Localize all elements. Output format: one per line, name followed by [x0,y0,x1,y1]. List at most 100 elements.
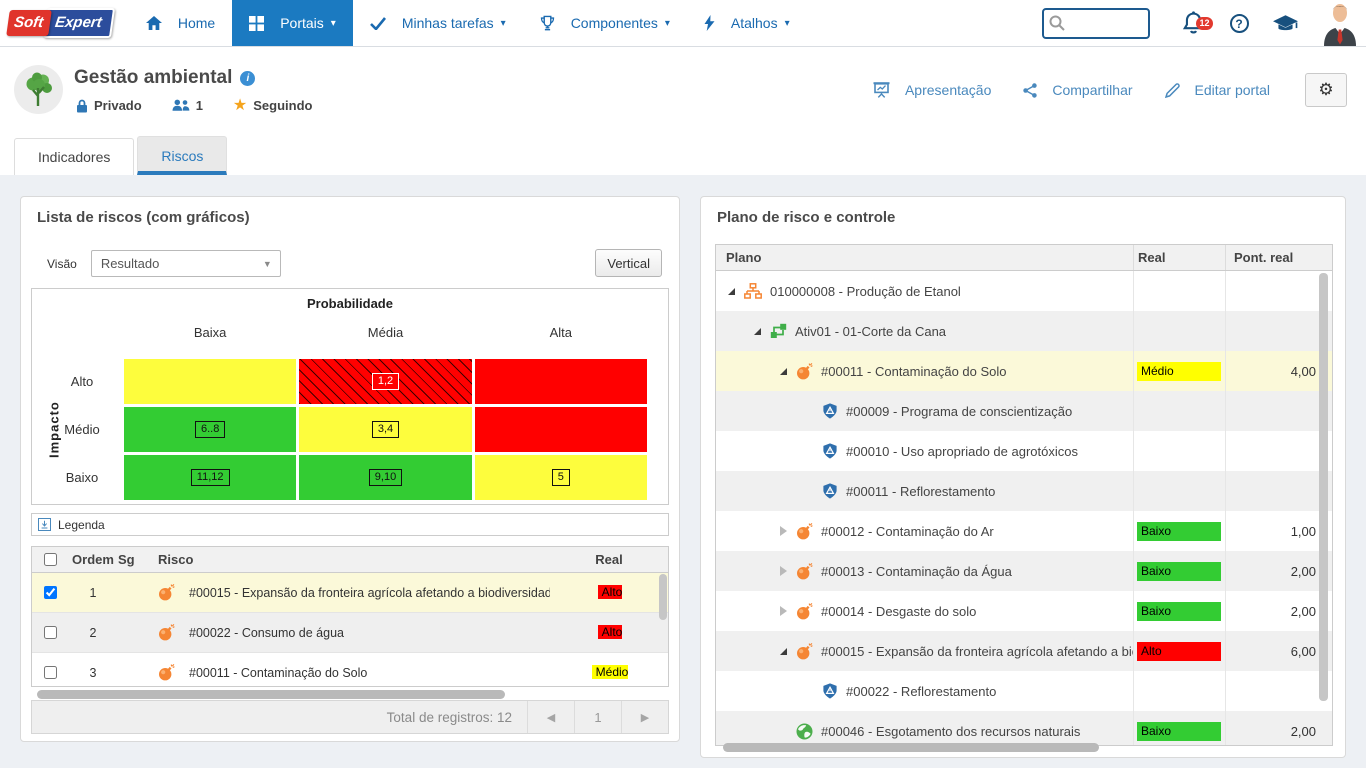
plan-tree-row[interactable]: Ativ01 - 01-Corte da Cana [716,311,1332,351]
col-sg: Sg [118,552,158,567]
nav-item-portais[interactable]: Portais▾ [232,0,353,46]
row-checkbox[interactable] [44,666,57,679]
matrix-cell[interactable]: 3,4 [299,407,471,452]
expand-triangle-icon[interactable] [780,566,787,576]
plan-tree-row[interactable]: #00009 - Programa de conscientização [716,391,1332,431]
orientation-button[interactable]: Vertical [595,249,662,277]
col-plano: Plano [716,250,1133,265]
matrix-cell[interactable]: 1,2 [299,359,471,404]
members-icon [172,99,190,112]
next-page-button[interactable]: ▶ [621,701,668,733]
training-button[interactable] [1262,14,1308,33]
action-label: Apresentação [905,82,991,98]
logo-expert-text: Expert [43,8,115,38]
nav-label: Minhas tarefas [402,15,494,31]
action-editar-portal[interactable]: Editar portal [1165,82,1270,98]
total-records-label: Total de registros: 12 [387,710,512,725]
nav-item-atalhos[interactable]: Atalhos▾ [687,0,807,46]
page-number[interactable]: 1 [574,701,621,733]
plan-tree-row[interactable]: #00046 - Esgotamento dos recursos natura… [716,711,1332,746]
matrix-cell-label: 9,10 [369,469,402,486]
matrix-cell-label: 11,12 [191,469,230,486]
following-toggle[interactable]: ★ Seguindo [233,98,313,113]
help-button[interactable]: ? [1216,14,1262,33]
matrix-cell[interactable] [124,359,296,404]
risk-table-row[interactable]: 1#00015 - Expansão da fronteira agrícola… [32,573,668,613]
search-input[interactable] [1065,16,1145,31]
plan-real-cell: Baixo [1133,711,1225,746]
plan-tree-row[interactable]: #00015 - Expansão da fronteira agrícola … [716,631,1332,671]
plan-tree-row[interactable]: #00011 - Contaminação do SoloMédio4,00 [716,351,1332,391]
matrix-cell[interactable]: 6..8 [124,407,296,452]
plan-tree-row[interactable]: #00011 - Reflorestamento [716,471,1332,511]
collapse-triangle-icon[interactable] [754,328,761,335]
matrix-cell[interactable] [475,359,647,404]
plan-tree-row[interactable]: #00014 - Desgaste do soloBaixo2,00 [716,591,1332,631]
notifications-button[interactable]: 12 [1170,11,1216,36]
collapse-triangle-icon[interactable] [780,648,787,655]
risk-table-row[interactable]: 3#00011 - Contaminação do SoloMédio [32,653,668,687]
plan-item-label: #00011 - Contaminação do Solo [821,364,1007,379]
risk-list-panel-title: Lista de riscos (com gráficos) [37,209,250,226]
plan-tree-vertical-scrollbar[interactable] [1319,273,1328,701]
view-select[interactable]: Resultado ▼ [91,250,281,277]
risk-table-vertical-scrollbar[interactable] [659,574,667,620]
matrix-column-headers: BaixaMédiaAlta [43,325,647,340]
members-count: 1 [196,98,203,113]
plan-pont-cell [1225,431,1332,471]
action-apresentacao[interactable]: Apresentação [873,82,991,98]
tabs-strip: IndicadoresRiscos [0,133,1366,175]
risk-bomb-icon [796,363,813,380]
tab-indicadores[interactable]: Indicadores [14,138,134,175]
expand-triangle-icon[interactable] [780,606,787,616]
top-navigation-bar: SoftExpert HomePortais▾Minhas tarefas▾Co… [0,0,1366,47]
plan-pont-cell: 2,00 [1225,551,1332,591]
following-label: Seguindo [253,98,312,113]
home-icon [146,16,162,31]
plan-tree-horizontal-scrollbar[interactable] [723,743,1099,752]
legend-expand-icon [38,518,51,531]
matrix-cell[interactable] [475,407,647,452]
action-label: Editar portal [1195,82,1270,98]
plan-tree-row[interactable]: #00013 - Contaminação da ÁguaBaixo2,00 [716,551,1332,591]
select-all-checkbox[interactable] [44,553,57,566]
row-checkbox[interactable] [44,586,57,599]
prev-page-button[interactable]: ◀ [527,701,574,733]
portal-settings-button[interactable]: ⚙ [1305,73,1347,107]
matrix-col-label: Alta [475,325,647,340]
portal-title: Gestão ambiental [74,67,232,89]
collapse-triangle-icon[interactable] [728,288,735,295]
plan-real-cell [1133,391,1225,431]
action-compartilhar[interactable]: Compartilhar [1023,82,1132,98]
chevron-down-icon: ▼ [263,259,272,269]
risk-table-horizontal-scrollbar[interactable] [37,690,505,699]
plan-tree-row[interactable]: 010000008 - Produção de Etanol [716,271,1332,311]
softexpert-logo[interactable]: SoftExpert [8,0,113,46]
plan-tree-row[interactable]: #00010 - Uso apropriado de agrotóxicos [716,431,1332,471]
nav-item-home[interactable]: Home [129,0,232,46]
matrix-cell[interactable]: 5 [475,455,647,500]
view-row: Visão Resultado ▼ [47,250,281,277]
row-checkbox[interactable] [44,626,57,639]
info-icon[interactable]: i [240,71,255,86]
risk-table-row[interactable]: 2#00022 - Consumo de águaAlto [32,613,668,653]
matrix-cell[interactable]: 9,10 [299,455,471,500]
risk-table-body: 1#00015 - Expansão da fronteira agrícola… [32,573,668,687]
nav-item-minhas-tarefas[interactable]: Minhas tarefas▾ [353,0,523,46]
tab-riscos[interactable]: Riscos [137,136,227,175]
plan-tree-row[interactable]: #00022 - Reflorestamento [716,671,1332,711]
matrix-cell[interactable]: 11,12 [124,455,296,500]
user-avatar[interactable] [1320,1,1360,46]
matrix-y-axis-label: Impacto [46,359,62,500]
nav-item-componentes[interactable]: Componentes▾ [523,0,687,46]
col-real-right: Real [1133,245,1225,270]
legend-toggle-bar[interactable]: Legenda [31,513,669,536]
expand-triangle-icon[interactable] [780,526,787,536]
plan-tree-row[interactable]: #00012 - Contaminação do ArBaixo1,00 [716,511,1332,551]
collapse-triangle-icon[interactable] [780,368,787,375]
control-shield-icon [822,403,838,419]
members-indicator[interactable]: 1 [172,98,203,113]
search-box[interactable] [1042,8,1150,39]
portal-avatar[interactable] [14,65,63,114]
view-select-value: Resultado [101,256,160,271]
